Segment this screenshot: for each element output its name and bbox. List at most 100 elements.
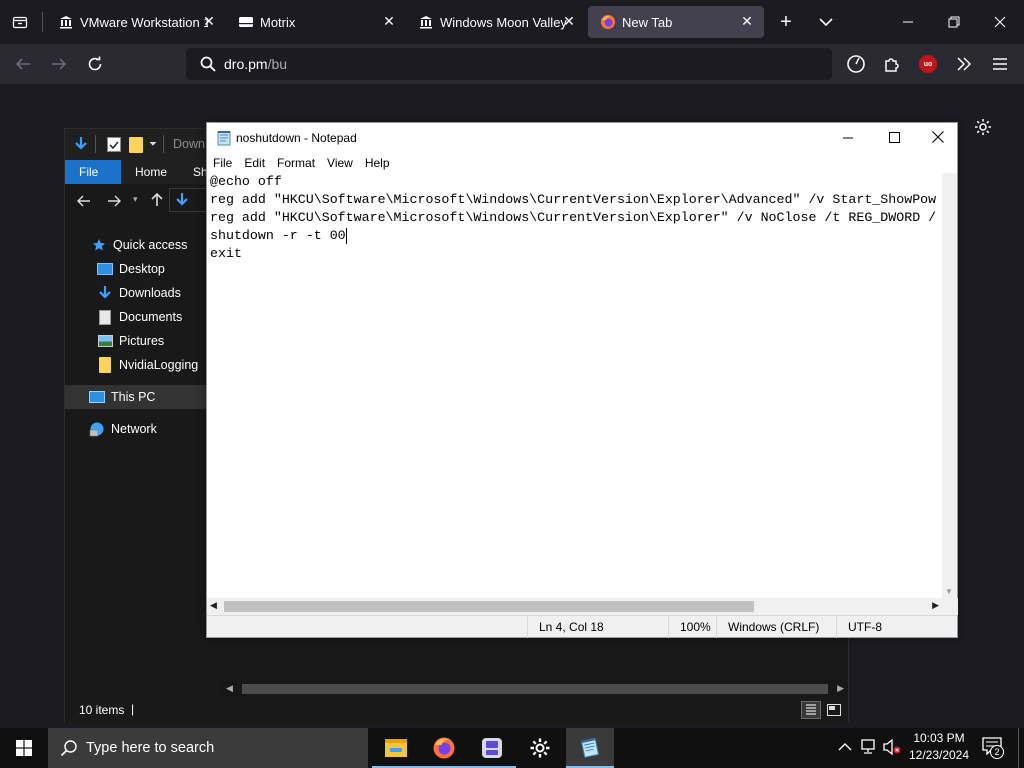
- more-tools-button[interactable]: [952, 52, 976, 76]
- menu-edit[interactable]: Edit: [238, 156, 271, 170]
- encoding: UTF-8: [836, 616, 957, 638]
- menu-view[interactable]: View: [321, 156, 359, 170]
- private-browsing-button[interactable]: [844, 52, 868, 76]
- tree-item-quick-access[interactable]: Quick access: [65, 233, 210, 257]
- app-menu-button[interactable]: [988, 52, 1012, 76]
- maximize-button[interactable]: [871, 123, 917, 153]
- scroll-left-icon[interactable]: ◀: [226, 683, 233, 694]
- tab-vmware[interactable]: VMware Workstation 1 ✕: [46, 6, 226, 38]
- recent-locations-dropdown[interactable]: ▾: [133, 194, 138, 205]
- windows-logo-icon: [16, 740, 32, 756]
- forward-arrow-icon[interactable]: [107, 194, 121, 212]
- vertical-scrollbar[interactable]: ▼: [942, 173, 957, 598]
- timer-icon: [847, 55, 865, 73]
- tree-item-label: Network: [111, 422, 157, 436]
- text-editor-area[interactable]: @echo off reg add "HKCU\Software\Microsof…: [207, 173, 943, 598]
- ublock-origin-button[interactable]: uo: [916, 52, 940, 76]
- extensions-button[interactable]: [880, 52, 904, 76]
- tree-item-desktop[interactable]: Desktop: [65, 257, 210, 281]
- horizontal-scrollbar[interactable]: ◀ ▶: [222, 681, 848, 697]
- show-hidden-icons-button[interactable]: [838, 739, 852, 757]
- back-button[interactable]: [10, 52, 36, 76]
- menu-file[interactable]: File: [207, 156, 238, 170]
- scroll-right-icon[interactable]: ▶: [932, 600, 939, 611]
- new-folder-icon[interactable]: [129, 137, 143, 153]
- tab-list-icon[interactable]: [8, 10, 32, 34]
- close-tab-icon[interactable]: ✕: [382, 14, 396, 28]
- url-bar[interactable]: dro.pm/bu: [186, 48, 832, 80]
- double-chevron-right-icon: [957, 57, 972, 71]
- properties-icon[interactable]: [107, 137, 121, 152]
- status-separator: |: [131, 702, 135, 716]
- tab-new-tab[interactable]: New Tab ✕: [588, 6, 764, 38]
- forward-button[interactable]: [46, 52, 72, 76]
- text-line: reg add "HKCU\Software\Microsoft\Windows…: [210, 210, 937, 225]
- show-desktop-button[interactable]: [1018, 728, 1024, 768]
- chevron-down-icon: [819, 18, 833, 27]
- action-center-button[interactable]: 2: [982, 737, 1004, 759]
- taskbar-app-settings[interactable]: [516, 728, 564, 768]
- address-bar[interactable]: [169, 188, 209, 212]
- reload-button[interactable]: [82, 52, 108, 76]
- notepad-window: noshutdown - Notepad File Edit Format Vi…: [206, 122, 958, 638]
- tree-item-nvidialogging[interactable]: NvidiaLogging: [65, 353, 210, 377]
- scroll-down-icon[interactable]: ▼: [945, 587, 953, 596]
- ribbon-tab-file[interactable]: File: [65, 160, 121, 184]
- minimize-button[interactable]: [825, 123, 871, 153]
- taskbar-app-firefox[interactable]: [420, 728, 468, 768]
- star-icon: [91, 237, 107, 253]
- customize-qat-dropdown[interactable]: ⏷: [149, 139, 157, 150]
- settings-gear-icon: [530, 738, 550, 758]
- menu-help[interactable]: Help: [359, 156, 396, 170]
- tab-windows-moon-valley[interactable]: Windows Moon Valley ✕: [406, 6, 586, 38]
- download-arrow-icon[interactable]: [73, 136, 89, 157]
- size-grip[interactable]: [943, 598, 958, 615]
- close-tab-icon[interactable]: ✕: [740, 14, 754, 28]
- tree-item-documents[interactable]: Documents: [65, 305, 210, 329]
- minimize-window-button[interactable]: [896, 10, 920, 34]
- clock-time: 10:03 PM: [913, 731, 965, 745]
- restore-window-button[interactable]: [942, 10, 966, 34]
- url-text: dro.pm/bu: [224, 56, 287, 72]
- close-button[interactable]: [917, 123, 959, 153]
- up-arrow-icon[interactable]: [151, 192, 163, 212]
- forward-arrow-icon: [52, 58, 67, 70]
- taskbar-app-notepad[interactable]: [566, 728, 614, 768]
- scrollbar-thumb[interactable]: [242, 684, 828, 694]
- close-tab-icon[interactable]: ✕: [202, 14, 216, 28]
- scrollbar-thumb[interactable]: [224, 601, 754, 612]
- customize-new-tab-button[interactable]: [972, 116, 994, 138]
- volume-button[interactable]: [882, 738, 902, 760]
- desktop-icon: [97, 261, 113, 277]
- text-line: reg add "HKCU\Software\Microsoft\Windows…: [210, 192, 937, 207]
- network-status-button[interactable]: [860, 739, 878, 760]
- tree-item-label: Documents: [119, 310, 183, 324]
- close-window-button[interactable]: [988, 10, 1012, 34]
- tree-item-this-pc[interactable]: This PC: [65, 385, 210, 409]
- start-button[interactable]: [0, 728, 48, 768]
- notepad-icon: [580, 737, 600, 758]
- tree-item-network[interactable]: Network: [65, 417, 210, 441]
- tab-motrix[interactable]: Motrix ✕: [226, 6, 406, 38]
- large-icons-view-icon[interactable]: [825, 701, 843, 719]
- back-arrow-icon[interactable]: [77, 194, 91, 212]
- windows-taskbar: Type here to search 10:03 PM 12/23/2024 …: [0, 728, 1024, 768]
- new-tab-button[interactable]: +: [774, 10, 798, 34]
- hamburger-menu-icon: [993, 58, 1007, 70]
- details-view-icon[interactable]: [801, 701, 821, 719]
- scroll-left-icon[interactable]: ◀: [210, 600, 217, 611]
- menu-format[interactable]: Format: [271, 156, 321, 170]
- notepad-title-bar[interactable]: noshutdown - Notepad: [207, 123, 957, 153]
- tree-item-downloads[interactable]: Downloads: [65, 281, 210, 305]
- close-tab-icon[interactable]: ✕: [562, 14, 576, 28]
- ribbon-tab-home[interactable]: Home: [121, 160, 181, 184]
- tree-item-pictures[interactable]: Pictures: [65, 329, 210, 353]
- horizontal-scrollbar[interactable]: ◀ ▶: [207, 598, 943, 615]
- taskbar-search-box[interactable]: Type here to search: [48, 728, 368, 768]
- scroll-right-icon[interactable]: ▶: [837, 683, 844, 694]
- list-all-tabs-button[interactable]: [814, 10, 838, 34]
- tree-item-label: Downloads: [119, 286, 181, 300]
- taskbar-app-motrix[interactable]: [468, 728, 516, 768]
- taskbar-clock[interactable]: 10:03 PM 12/23/2024: [900, 730, 978, 764]
- taskbar-app-file-explorer[interactable]: [372, 728, 420, 768]
